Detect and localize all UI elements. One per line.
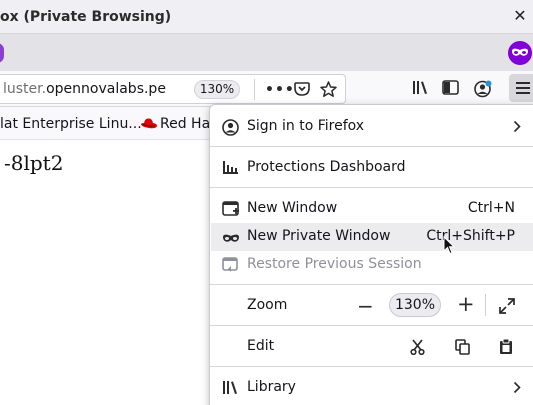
- chart-icon: [222, 160, 239, 179]
- url-host: opennovalabs.pe: [46, 81, 166, 97]
- private-browsing-icon: [508, 41, 532, 65]
- menu-item-label: New Private Window: [247, 228, 391, 244]
- private-mask-icon: [222, 232, 240, 248]
- redhat-icon: [140, 117, 158, 135]
- sidebar-icon[interactable]: [442, 80, 459, 99]
- zoom-in-button[interactable]: +: [457, 292, 475, 316]
- library-icon[interactable]: [412, 80, 429, 99]
- zoom-out-button[interactable]: −: [357, 294, 374, 318]
- fullscreen-icon[interactable]: [499, 298, 515, 318]
- url-text[interactable]: luster.opennovalabs.pe: [3, 81, 166, 97]
- edit-label: Edit: [247, 338, 275, 354]
- title-bar: ox (Private Browsing) ✕: [0, 0, 533, 33]
- menu-item-new-private-window[interactable]: New Private Window Ctrl+Shift+P: [211, 223, 533, 251]
- zoom-reset-button[interactable]: 130%: [389, 293, 441, 317]
- menu-divider: [210, 325, 533, 326]
- menu-zoom-row: Zoom − 130% +: [211, 292, 533, 320]
- copy-icon[interactable]: [455, 339, 470, 359]
- tab-favicon-icon[interactable]: [0, 43, 4, 63]
- menu-item-sign-in[interactable]: Sign in to Firefox: [211, 113, 533, 141]
- menu-divider: [210, 284, 533, 285]
- app-menu-panel: Sign in to Firefox Protections Dashboard…: [209, 104, 533, 405]
- bookmark-star-icon[interactable]: [320, 81, 337, 102]
- mouse-cursor-icon: [443, 235, 456, 259]
- window-title: ox (Private Browsing): [0, 8, 172, 25]
- menu-divider: [210, 187, 533, 188]
- url-prefix: luster.: [3, 81, 47, 97]
- page-content-text: -8lpt2: [4, 151, 64, 175]
- menu-item-new-window[interactable]: New Window Ctrl+N: [211, 195, 533, 223]
- chevron-right-icon: [513, 120, 521, 137]
- menu-edit-row: Edit: [211, 333, 533, 361]
- pocket-icon[interactable]: [294, 82, 310, 101]
- account-icon[interactable]: [474, 80, 492, 102]
- menu-divider: [210, 366, 533, 367]
- account-icon: [222, 119, 239, 140]
- new-window-icon: [222, 201, 240, 221]
- menu-divider: [210, 146, 533, 147]
- tab-strip: [0, 33, 533, 71]
- bookmark-item[interactable]: lat Enterprise Linu...: [0, 116, 142, 132]
- close-window-button[interactable]: ✕: [511, 6, 529, 26]
- restore-session-icon: [222, 257, 239, 277]
- menu-item-label: Sign in to Firefox: [247, 118, 365, 134]
- chevron-right-icon: [513, 381, 521, 398]
- menu-item-shortcut: Ctrl+Shift+P: [426, 228, 515, 244]
- menu-item-label: New Window: [247, 200, 338, 216]
- menu-item-label: Library: [247, 379, 296, 395]
- menu-item-restore-session: Restore Previous Session: [211, 251, 533, 279]
- zoom-indicator[interactable]: 130%: [194, 80, 240, 99]
- zoom-label: Zoom: [247, 297, 288, 313]
- url-separator: [254, 79, 255, 100]
- cut-icon[interactable]: [410, 339, 425, 359]
- zoom-divider: [485, 294, 486, 316]
- bookmark-item-redhat[interactable]: Red Hat: [160, 116, 216, 132]
- menu-item-protections-dashboard[interactable]: Protections Dashboard: [211, 154, 533, 182]
- library-icon: [222, 380, 239, 399]
- url-bar[interactable]: luster.opennovalabs.pe 130% •••: [0, 74, 346, 104]
- page-actions-icon[interactable]: •••: [265, 82, 295, 98]
- menu-item-label: Restore Previous Session: [247, 256, 422, 272]
- app-menu-button[interactable]: [509, 74, 533, 102]
- menu-item-library[interactable]: Library: [211, 374, 533, 402]
- menu-item-label: Protections Dashboard: [247, 159, 406, 175]
- nav-bar: luster.opennovalabs.pe 130% •••: [0, 71, 533, 107]
- menu-item-shortcut: Ctrl+N: [467, 200, 515, 216]
- paste-icon[interactable]: [499, 338, 513, 359]
